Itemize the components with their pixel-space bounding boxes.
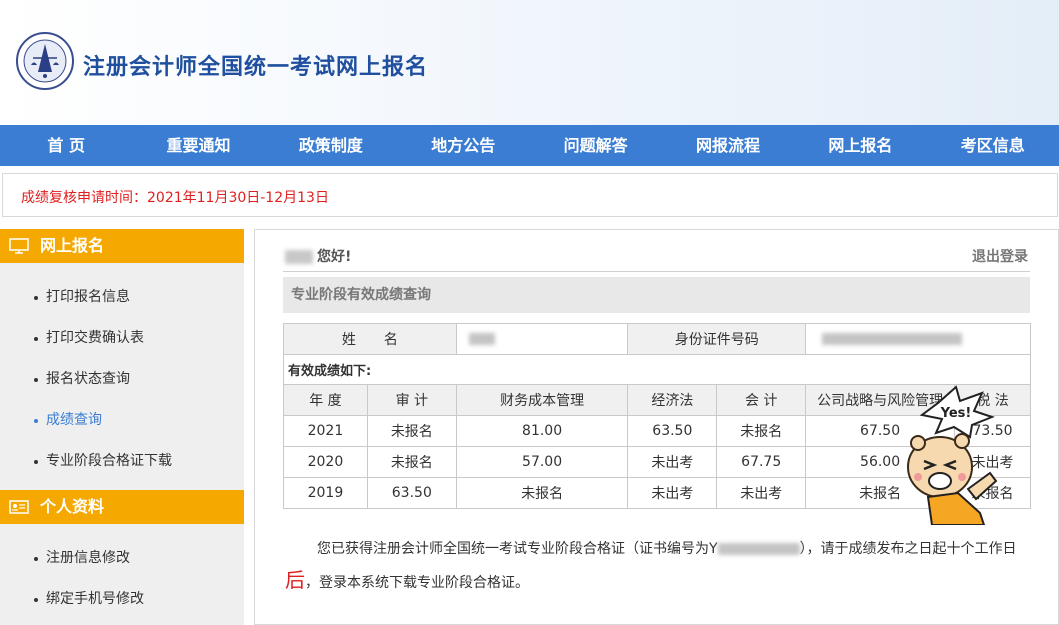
sidebar: 网上报名 打印报名信息 打印交费确认表 报名状态查询 成绩查询 专业阶段合格证下… — [0, 229, 244, 625]
sidebar-item-print-info[interactable]: 打印报名信息 — [0, 277, 244, 318]
table-cell: 未出考 — [627, 446, 718, 478]
sidebar-item-certificate[interactable]: 专业阶段合格证下载 — [0, 441, 244, 482]
sidebar-list-registration: 打印报名信息 打印交费确认表 报名状态查询 成绩查询 专业阶段合格证下载 — [0, 263, 244, 490]
site-title: 注册会计师全国统一考试网上报名 — [83, 55, 429, 80]
sidebar-item-scores[interactable]: 成绩查询 — [0, 400, 244, 441]
redacted-username — [285, 250, 313, 264]
table-cell: 57.00 — [455, 446, 629, 478]
caption-row: 有效成绩如下: — [283, 354, 1031, 385]
table-cell: 未报名 — [366, 415, 457, 447]
sidebar-item-status[interactable]: 报名状态查询 — [0, 359, 244, 400]
cicpa-emblem-icon — [16, 32, 74, 90]
greeting: 您好! — [285, 246, 351, 266]
sidebar-list-profile: 注册信息修改 绑定手机号修改 — [0, 524, 244, 625]
id-card-icon — [9, 500, 29, 514]
nav-notices[interactable]: 重要通知 — [132, 125, 264, 166]
id-value — [805, 323, 1031, 355]
nav-home[interactable]: 首 页 — [0, 125, 132, 166]
sidebar-section-profile: 个人资料 — [0, 490, 244, 524]
nav-policy[interactable]: 政策制度 — [265, 125, 397, 166]
main-nav: 首 页 重要通知 政策制度 地方公告 问题解答 网报流程 网上报名 考区信息 — [0, 125, 1059, 166]
table-cell: 2019 — [283, 477, 368, 509]
cartoon-mascot-icon: Yes! — [907, 385, 998, 525]
name-value — [455, 323, 629, 355]
nav-faq[interactable]: 问题解答 — [530, 125, 662, 166]
column-header: 年 度 — [283, 384, 368, 416]
redacted-cert-number — [717, 543, 800, 555]
table-cell: 未报名 — [366, 446, 457, 478]
certificate-message: 您已获得注册会计师全国统一考试专业阶段合格证（证书编号为Y ），请于成绩发布之日起… — [285, 541, 1017, 592]
table-cell: 未报名 — [716, 415, 807, 447]
sidebar-section-title: 个人资料 — [40, 497, 105, 516]
table-cell: 63.50 — [627, 415, 718, 447]
nav-local[interactable]: 地方公告 — [397, 125, 529, 166]
table-cell: 67.75 — [716, 446, 807, 478]
table-cell: 未出考 — [716, 477, 807, 509]
sidebar-item-edit-phone[interactable]: 绑定手机号修改 — [0, 579, 244, 620]
sidebar-section-title: 网上报名 — [40, 236, 105, 255]
sidebar-item-edit-registration[interactable]: 注册信息修改 — [0, 538, 244, 579]
nav-exam-area[interactable]: 考区信息 — [927, 125, 1059, 166]
name-label: 姓 名 — [283, 323, 457, 355]
table-caption: 有效成绩如下: — [283, 354, 1031, 385]
notice-text: 成绩复核申请时间：2021年11月30日-12月13日 — [21, 190, 329, 206]
column-header: 财务成本管理 — [455, 384, 629, 416]
divider — [283, 271, 1030, 272]
nav-process[interactable]: 网报流程 — [662, 125, 794, 166]
logout-link[interactable]: 退出登录 — [972, 246, 1028, 266]
nav-registration[interactable]: 网上报名 — [794, 125, 926, 166]
mascot-text: Yes! — [940, 406, 972, 421]
notice-banner: 成绩复核申请时间：2021年11月30日-12月13日 — [2, 173, 1058, 217]
sidebar-item-print-payment[interactable]: 打印交费确认表 — [0, 318, 244, 359]
monitor-icon — [9, 238, 29, 254]
table-cell: 63.50 — [366, 477, 457, 509]
table-cell: 2020 — [283, 446, 368, 478]
id-label: 身份证件号码 — [627, 323, 807, 355]
column-header: 经济法 — [627, 384, 718, 416]
table-cell: 81.00 — [455, 415, 629, 447]
identity-row: 姓 名 身份证件号码 — [283, 323, 1031, 355]
section-title: 专业阶段有效成绩查询 — [283, 277, 1030, 313]
column-header: 审 计 — [366, 384, 457, 416]
table-cell: 未出考 — [627, 477, 718, 509]
site-header: 注册会计师全国统一考试网上报名 — [0, 0, 1059, 125]
column-header: 会 计 — [716, 384, 807, 416]
table-cell: 未报名 — [455, 477, 629, 509]
table-cell: 2021 — [283, 415, 368, 447]
sidebar-section-registration: 网上报名 — [0, 229, 244, 263]
